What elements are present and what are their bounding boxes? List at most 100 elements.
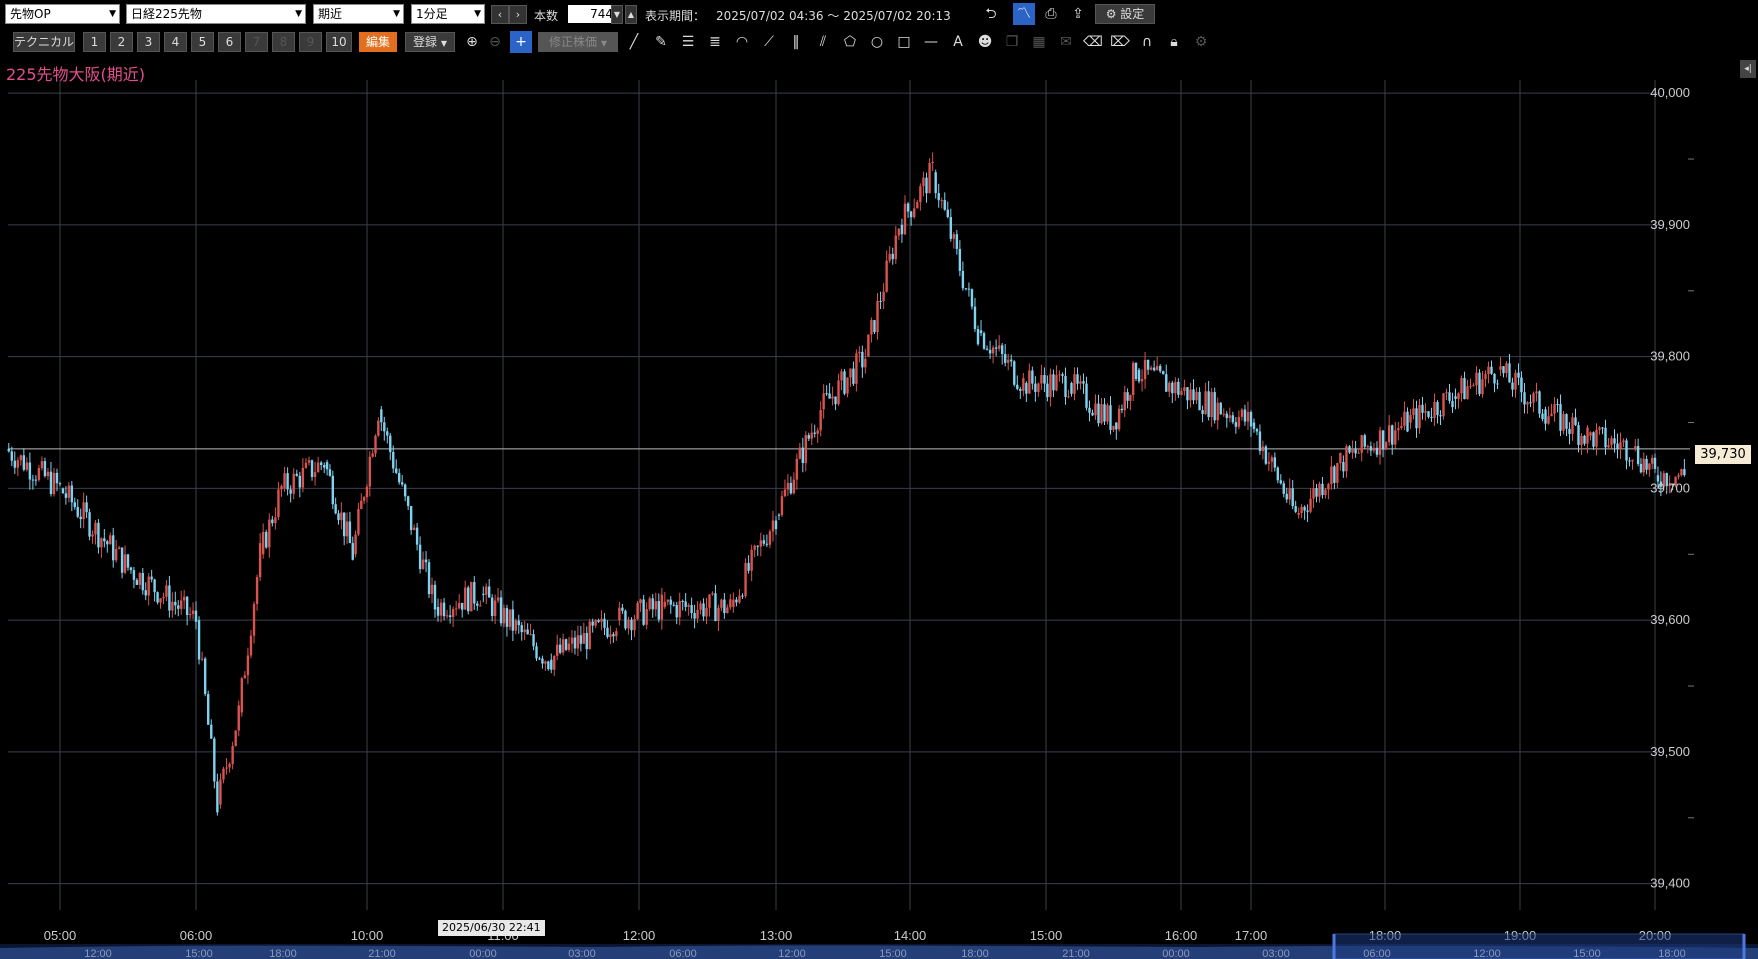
candle-body [1152, 367, 1156, 371]
edit-button[interactable]: 編集 [359, 32, 397, 52]
candle-body [699, 603, 702, 610]
candle-body [831, 396, 834, 399]
candle-body [693, 613, 696, 619]
candle-body [231, 745, 234, 764]
count-input[interactable]: 744 [568, 5, 616, 23]
slot-button-4[interactable]: 4 [164, 32, 187, 52]
y-tick-label: 39,500 [1650, 744, 1690, 759]
print-icon[interactable]: ⎙ [1040, 3, 1062, 25]
candle-body [479, 605, 482, 607]
slot-button-2[interactable]: 2 [110, 32, 133, 52]
crosshair-icon[interactable]: + [510, 31, 532, 53]
candle-body [1123, 392, 1126, 411]
text-icon[interactable]: A [947, 31, 969, 53]
slot-button-3[interactable]: 3 [137, 32, 160, 52]
candle-body [436, 606, 440, 616]
count-stepper-up-icon[interactable]: ▲ [625, 5, 637, 24]
candle-body [747, 562, 750, 571]
slot-button-6[interactable]: 6 [218, 32, 241, 52]
candle-body [488, 586, 491, 598]
fan-icon[interactable]: ⟋ [758, 31, 780, 53]
candle-body [1523, 392, 1526, 405]
candle-body [855, 353, 858, 384]
instrument-select[interactable]: 日経225先物 ▼ [126, 4, 306, 24]
candle-body [457, 602, 461, 609]
interval-select[interactable]: 1分足 ▼ [411, 4, 485, 24]
candle-body [1240, 409, 1244, 417]
candle-body [1391, 425, 1394, 445]
settings-button[interactable]: ⚙ 設定 [1095, 4, 1155, 24]
slot-button-1[interactable]: 1 [83, 32, 106, 52]
candle-body [374, 435, 377, 454]
channel-icon[interactable]: ⫽ [812, 31, 834, 53]
candle-body [621, 607, 624, 611]
candle-body [52, 472, 56, 495]
candle-body [1079, 381, 1082, 384]
candle-body [1159, 365, 1162, 372]
candle-body [976, 329, 980, 345]
dropdown-arrow-icon: ▼ [295, 9, 302, 19]
price-chart[interactable]: 39,400 39,500 39,600 39,700 39,800 39,900 40,0… [0, 0, 1758, 959]
candle-body [91, 534, 94, 537]
chevron-right-icon[interactable]: › [509, 5, 527, 24]
export-icon[interactable]: ⇪ [1067, 3, 1089, 25]
vertical-lines-icon[interactable]: ‖ [785, 31, 807, 53]
pentagon-icon[interactable]: ⬠ [839, 31, 861, 53]
candle-body [240, 678, 244, 713]
candle-body [129, 567, 133, 571]
candle-body [526, 629, 529, 635]
undo-arrow-icon[interactable]: ⮌ [980, 3, 1002, 25]
candle-body [1656, 475, 1660, 482]
candle-body [645, 609, 648, 625]
candle-body [624, 610, 627, 629]
stamp-icon[interactable]: ☻ [974, 31, 996, 53]
circle-icon[interactable]: ○ [866, 31, 888, 53]
horizontal-lines-icon[interactable]: ☰ [677, 31, 699, 53]
zoom-in-icon[interactable]: ⊕ [461, 31, 483, 53]
product-select[interactable]: 先物OP ▼ [5, 4, 120, 24]
chevron-left-icon[interactable]: ‹ [491, 5, 509, 24]
navigator-tick-label: 12:00 [84, 948, 112, 959]
candle-body [301, 467, 305, 488]
candle-body [639, 599, 642, 604]
collapse-panel-icon[interactable]: ◂| [1740, 60, 1756, 78]
chart-mode-icon[interactable]: 〽 [1013, 3, 1035, 25]
candle-body [461, 602, 464, 610]
fibonacci-icon[interactable]: ≣ [704, 31, 726, 53]
candle-body [191, 610, 195, 614]
contract-select[interactable]: 期近 ▼ [313, 4, 404, 24]
candle-body [427, 562, 431, 595]
candle-body [1094, 403, 1097, 416]
slot-button-5[interactable]: 5 [191, 32, 214, 52]
rectangle-icon[interactable]: □ [893, 31, 915, 53]
candle-body [357, 509, 360, 535]
candle-body [1397, 428, 1400, 431]
register-button[interactable]: 登録 ▼ [405, 32, 455, 52]
candle-body [442, 602, 446, 617]
candle-body [470, 581, 473, 612]
magnet-icon[interactable]: ∩ [1136, 31, 1158, 53]
count-dropdown-icon[interactable]: ▼ [611, 5, 623, 24]
lock-icon[interactable]: 🔒︎ [1163, 31, 1185, 53]
candle-body [1616, 443, 1619, 449]
candle-body [1592, 432, 1595, 447]
ruler-icon[interactable]: ✎ [650, 31, 672, 53]
technical-button[interactable]: テクニカル [13, 32, 75, 52]
eraser-all-icon[interactable]: ⌦ [1109, 31, 1131, 53]
candle-body [1571, 417, 1574, 434]
candle-body [132, 570, 136, 580]
candle-body [1511, 382, 1514, 390]
candle-body [813, 432, 816, 434]
candle-body [906, 203, 910, 212]
copy-icon: ❐ [1005, 34, 1019, 50]
candle-body [1400, 425, 1403, 429]
candle-body [1439, 415, 1442, 417]
candle-body [1622, 440, 1625, 443]
candle-body [1046, 383, 1049, 398]
trendline-icon[interactable]: ╱ [623, 31, 645, 53]
horizontal-line-icon[interactable]: — [920, 31, 942, 53]
arc-icon[interactable]: ◠ [731, 31, 753, 53]
eraser-icon[interactable]: ⌫ [1082, 31, 1104, 53]
slot-button-10[interactable]: 10 [326, 32, 352, 52]
candle-body [325, 462, 329, 470]
